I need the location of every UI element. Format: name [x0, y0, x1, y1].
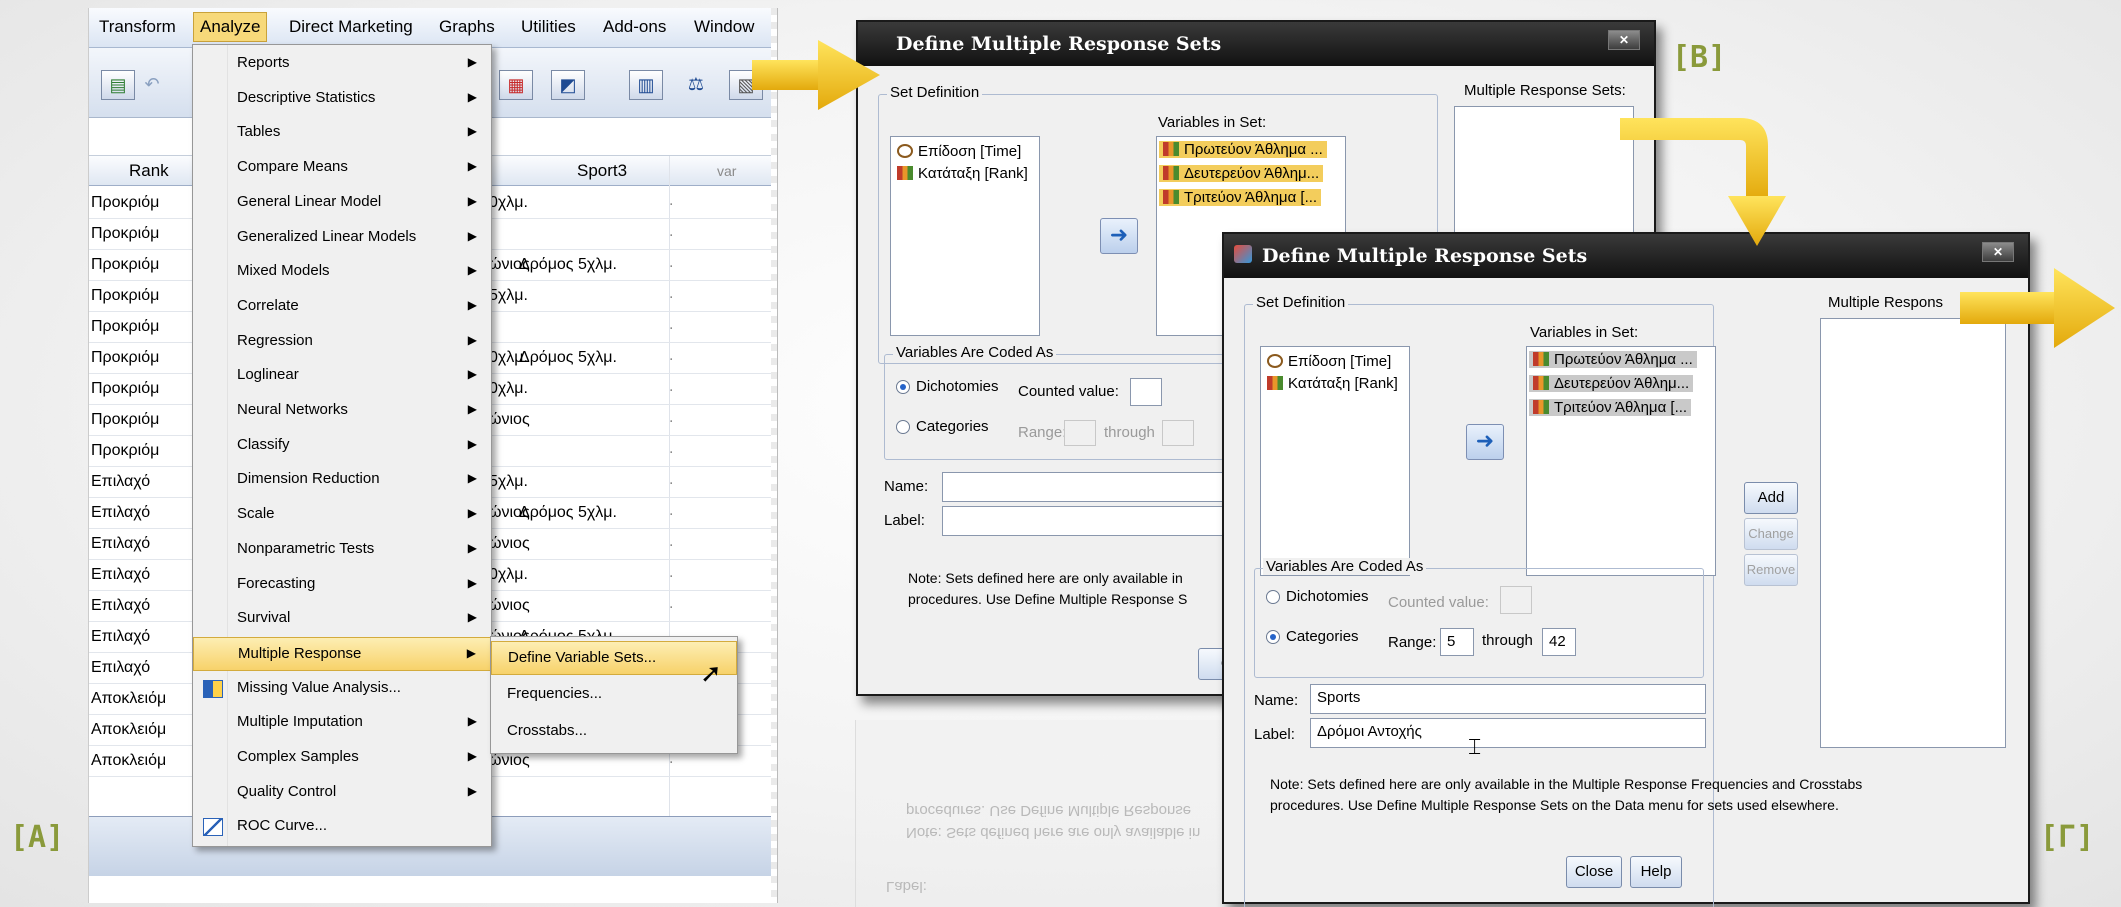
arrow-a-to-b-icon — [752, 40, 880, 110]
flow-arrows — [752, 40, 2115, 348]
arrow-b-to-c-icon — [1620, 118, 1786, 246]
arrow-c-out-icon — [1960, 268, 2115, 348]
